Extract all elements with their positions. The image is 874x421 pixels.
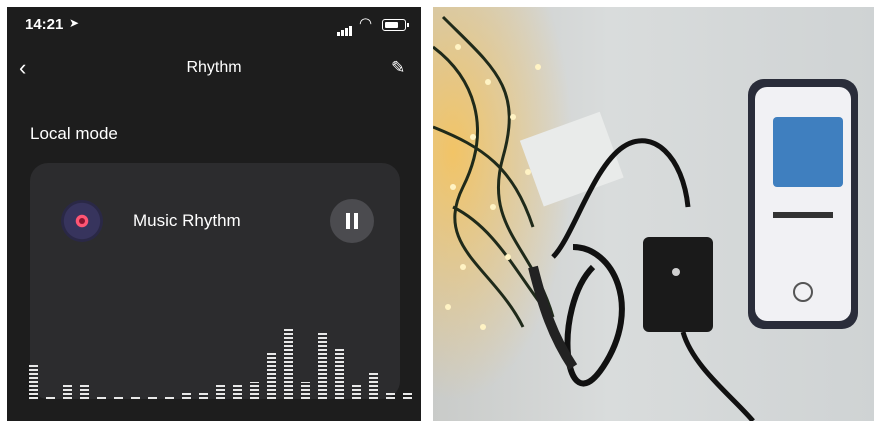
equalizer-bar: [80, 384, 89, 399]
status-bar: 14:21 ➤ ◠: [7, 7, 421, 41]
equalizer-bar: [352, 384, 361, 399]
equalizer-bar: [284, 329, 293, 399]
section-title: Local mode: [30, 124, 118, 143]
mode-label: Music Rhythm: [133, 211, 241, 230]
edit-pencil-icon[interactable]: ✎: [391, 58, 405, 78]
equalizer-bar: [369, 373, 378, 399]
equalizer-bar: [165, 397, 174, 399]
page-title: Rhythm: [186, 59, 242, 76]
equalizer-bar: [182, 393, 191, 399]
wifi-icon: ◠: [359, 15, 373, 32]
equalizer-bar: [97, 397, 106, 399]
equalizer-bar: [199, 393, 208, 399]
location-arrow-icon: ➤: [69, 16, 80, 30]
battery-icon: [382, 19, 409, 31]
equalizer-bar: [386, 393, 395, 399]
phone-screen: 14:21 ➤ ◠ ‹ Rhythm ✎ Local mode Music Rh…: [7, 7, 421, 421]
equalizer-bar: [403, 391, 412, 399]
vinyl-disc-icon: [61, 200, 103, 242]
pause-button[interactable]: [330, 199, 374, 243]
equalizer-bar: [233, 384, 242, 399]
equalizer-bar: [301, 382, 310, 399]
product-photo: [433, 7, 874, 421]
equalizer-bar: [114, 397, 123, 399]
equalizer-bar: [63, 384, 72, 399]
equalizer-bar: [250, 382, 259, 399]
equalizer-visualizer: [29, 307, 421, 399]
equalizer-bar: [335, 349, 344, 399]
equalizer-bar: [131, 397, 140, 399]
signal-icon: [337, 18, 353, 36]
equalizer-bar: [148, 397, 157, 399]
equalizer-bar: [318, 331, 327, 399]
equalizer-bar: [267, 353, 276, 399]
equalizer-bar: [29, 365, 38, 399]
equalizer-bar: [46, 397, 55, 399]
status-time: 14:21: [25, 16, 64, 33]
product-photo-illustration: [433, 7, 858, 421]
equalizer-bar: [216, 384, 225, 399]
